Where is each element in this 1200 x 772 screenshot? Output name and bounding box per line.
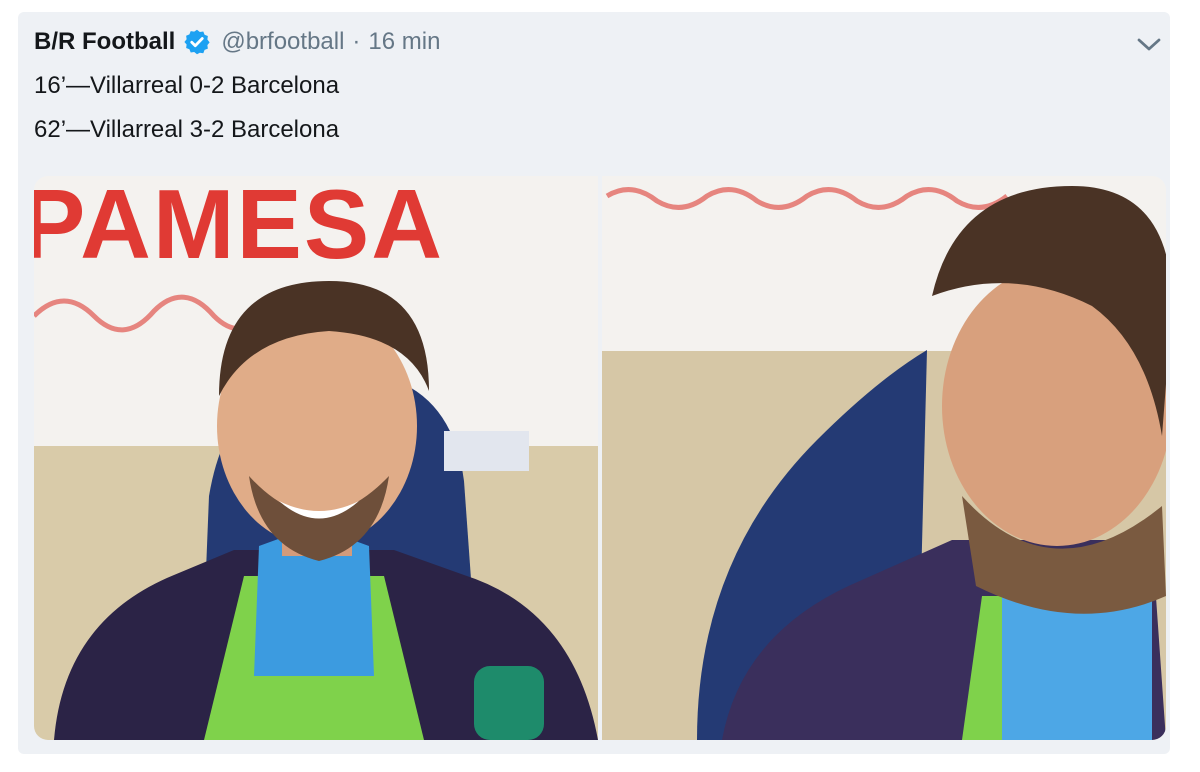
verified-badge-icon bbox=[183, 28, 211, 56]
banner-text: PAMESA bbox=[34, 176, 445, 279]
separator-dot: · bbox=[352, 28, 361, 55]
tweet-photo-right[interactable] bbox=[602, 176, 1166, 740]
author-name[interactable]: B/R Football bbox=[34, 28, 175, 56]
chevron-down-icon[interactable] bbox=[1134, 32, 1164, 56]
tweet-header: B/R Football @brfootball · 16 min bbox=[34, 26, 440, 58]
tweet-text-line-2: 62’—Villarreal 3-2 Barcelona bbox=[34, 116, 340, 143]
author-handle[interactable]: @brfootball bbox=[221, 28, 344, 56]
tweet-text-line-1: 16’—Villarreal 0-2 Barcelona bbox=[34, 72, 340, 99]
tweet-photo-left[interactable]: PAMESA bbox=[34, 176, 598, 740]
timestamp[interactable]: 16 min bbox=[368, 28, 440, 56]
